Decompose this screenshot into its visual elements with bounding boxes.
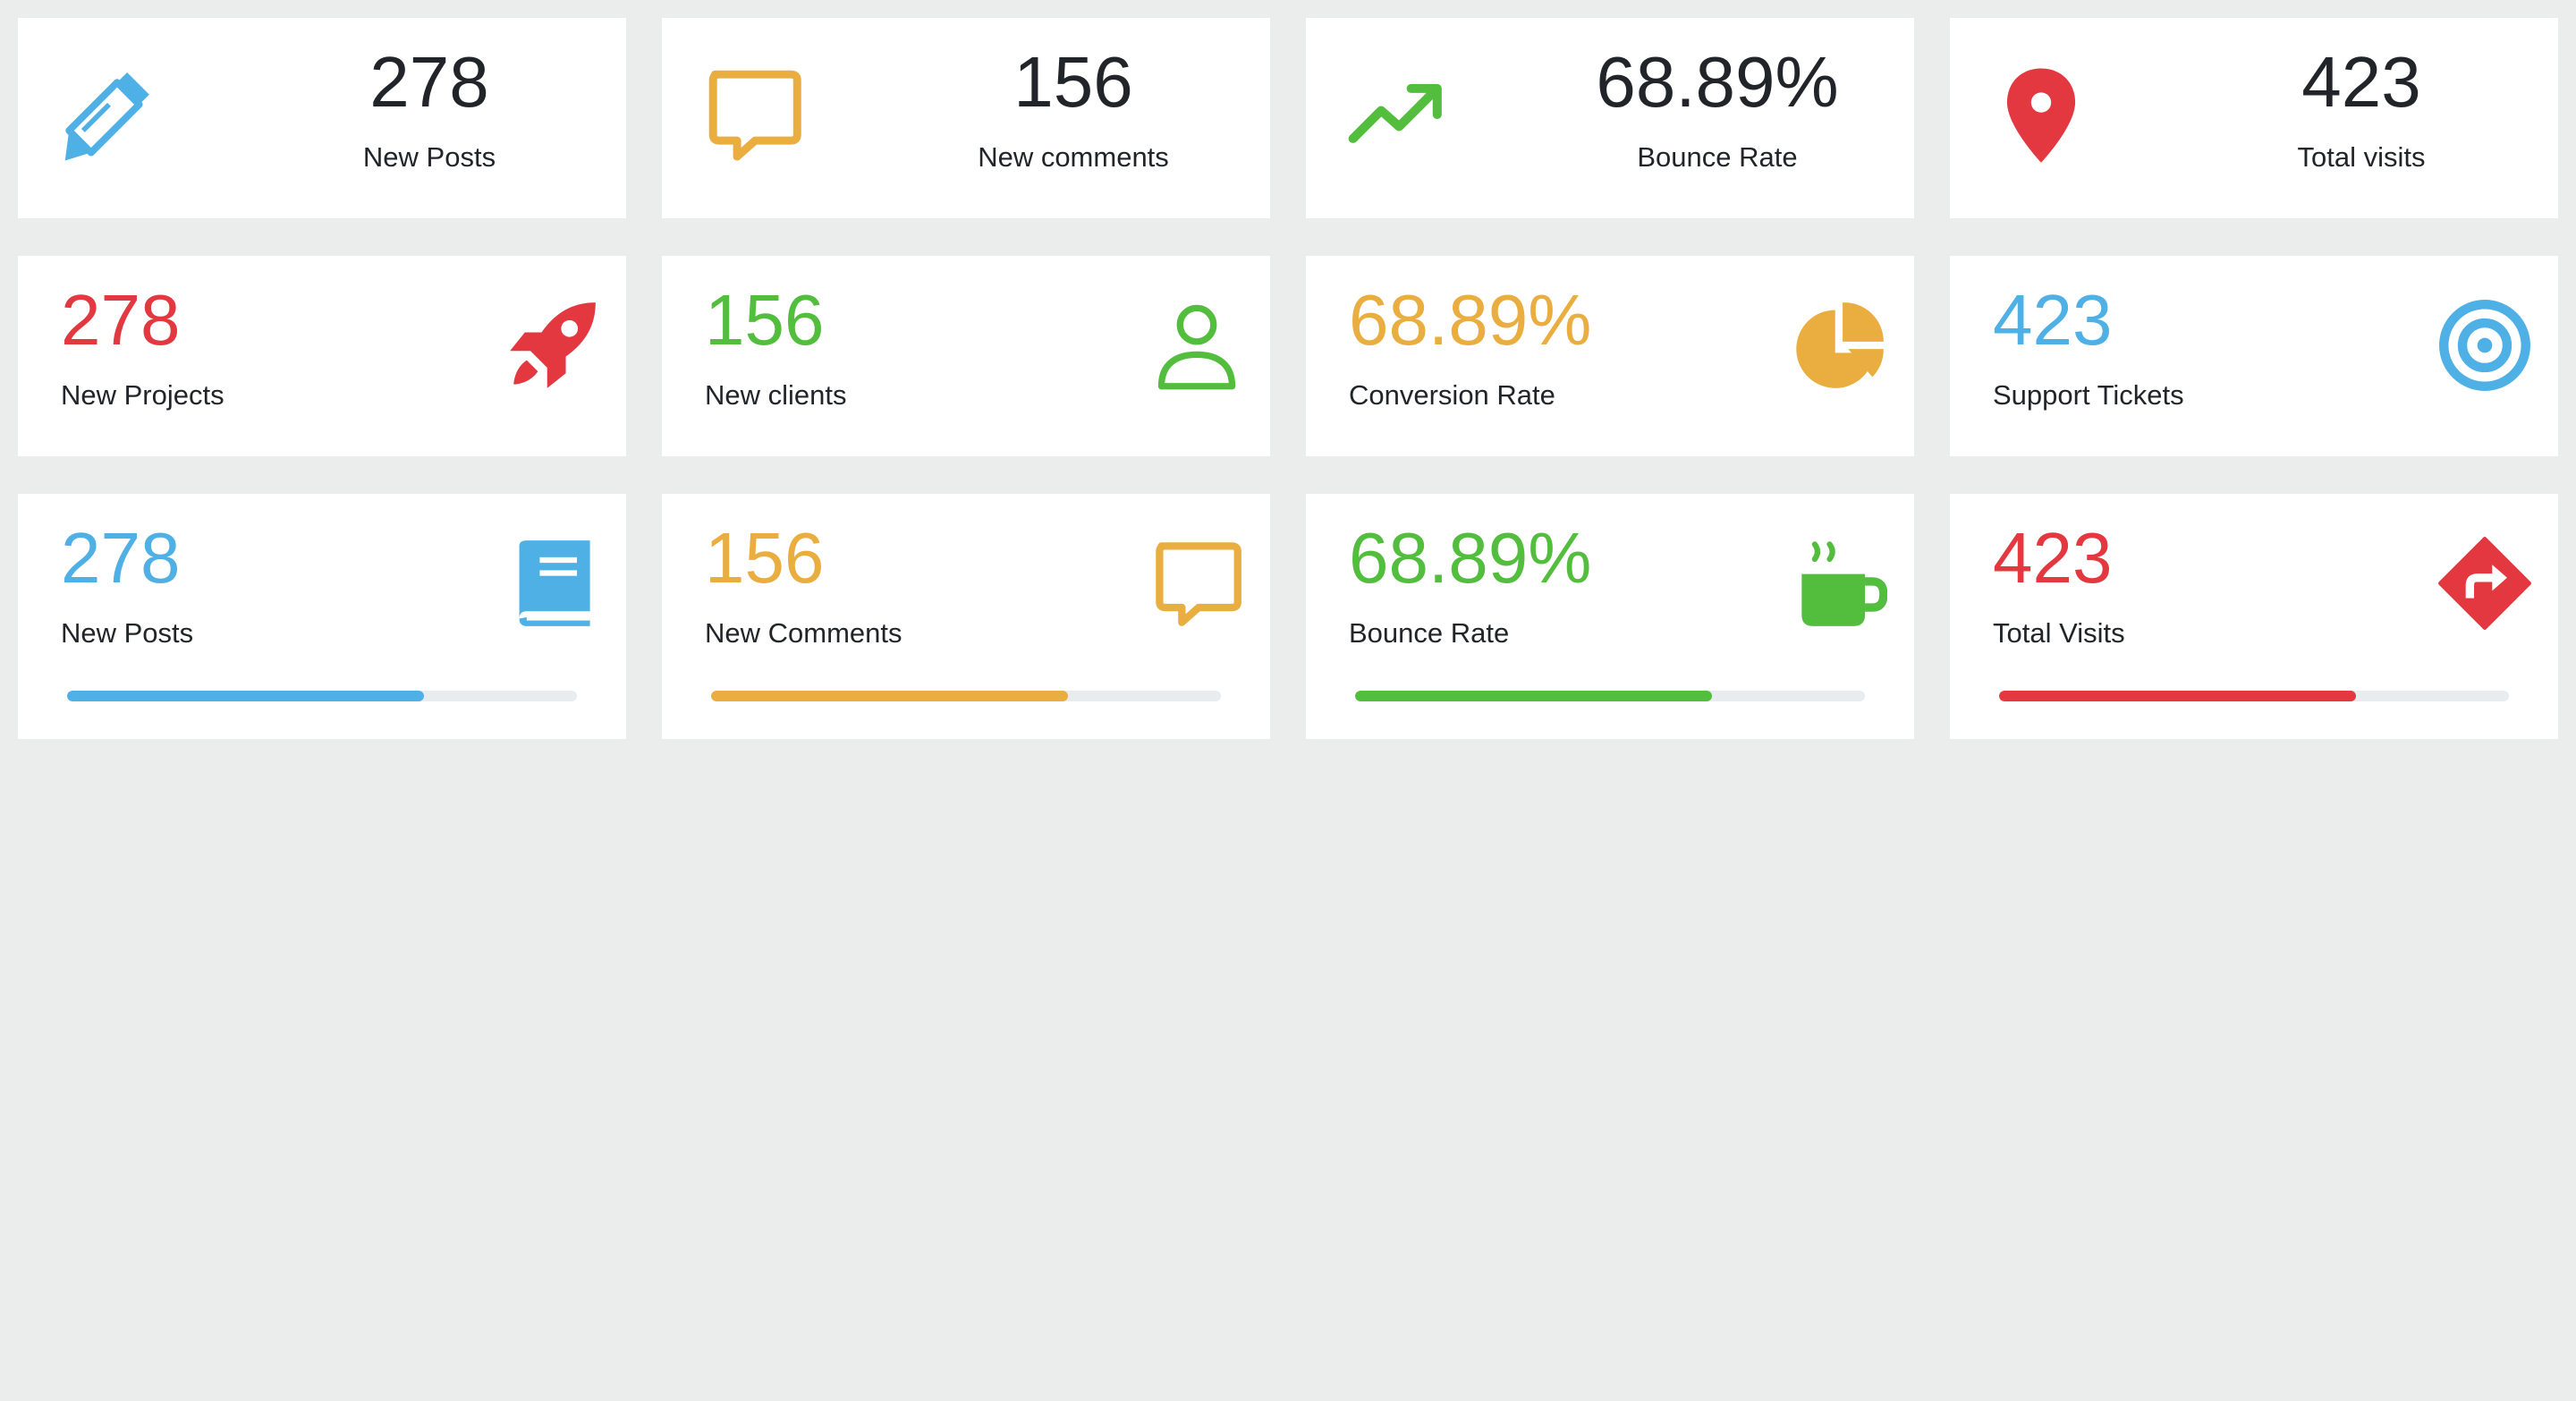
stat-value: 423 xyxy=(1993,518,2113,598)
stat-label: Total visits xyxy=(2297,141,2426,173)
progress-bar xyxy=(67,691,577,701)
pie-chart-icon xyxy=(1794,299,1887,392)
comment-icon xyxy=(1150,537,1243,630)
progress-fill xyxy=(1355,691,1712,701)
progress-fill xyxy=(1999,691,2356,701)
progress-bar xyxy=(711,691,1221,701)
stat-label: Bounce Rate xyxy=(1637,141,1798,173)
stat-value: 68.89% xyxy=(1349,280,1592,360)
stat-value: 68.89% xyxy=(1596,42,1839,122)
stat-label: Bounce Rate xyxy=(1349,617,1510,649)
stat-value: 278 xyxy=(61,280,181,360)
user-icon xyxy=(1150,299,1243,392)
stat-card-new-projects: 278 New Projects xyxy=(18,256,626,456)
stat-card-new-posts: 278 New Posts xyxy=(18,18,626,218)
stat-card-new-posts-progress: 278 New Posts xyxy=(18,494,626,739)
stat-card-new-clients: 156 New clients xyxy=(662,256,1270,456)
stat-card-total-visits-progress: 423 Total Visits xyxy=(1950,494,2558,739)
stat-label: Total Visits xyxy=(1993,617,2125,649)
progress-fill xyxy=(67,691,424,701)
stat-value: 68.89% xyxy=(1349,518,1592,598)
stat-value: 278 xyxy=(61,518,181,598)
stat-label: New Projects xyxy=(61,379,225,411)
stat-value: 156 xyxy=(1013,42,1133,122)
book-icon xyxy=(506,537,599,630)
target-icon xyxy=(2438,299,2531,392)
comment-icon xyxy=(703,64,803,165)
map-marker-icon xyxy=(1991,64,2091,165)
stat-card-bounce-rate: 68.89% Bounce Rate xyxy=(1306,18,1914,218)
stat-value: 423 xyxy=(1993,280,2113,360)
progress-bar xyxy=(1355,691,1865,701)
progress-bar xyxy=(1999,691,2509,701)
stat-value: 156 xyxy=(705,280,825,360)
stat-label: New comments xyxy=(978,141,1169,173)
coffee-icon xyxy=(1794,537,1887,630)
rocket-icon xyxy=(506,299,599,392)
stat-value: 278 xyxy=(369,42,489,122)
stat-label: New Posts xyxy=(61,617,194,649)
stat-label: New Comments xyxy=(705,617,902,649)
stats-row-progress: 278 New Posts 156 New Comments 68.89% Bo… xyxy=(18,494,2560,739)
stat-value: 423 xyxy=(2301,42,2421,122)
directions-icon xyxy=(2438,537,2531,630)
stat-value: 156 xyxy=(705,518,825,598)
progress-fill xyxy=(711,691,1068,701)
stat-label: Support Tickets xyxy=(1993,379,2184,411)
stat-label: New clients xyxy=(705,379,847,411)
stat-card-new-comments: 156 New comments xyxy=(662,18,1270,218)
stats-row-plain: 278 New Posts 156 New comments 68.89% Bo… xyxy=(18,18,2560,218)
stat-card-new-comments-progress: 156 New Comments xyxy=(662,494,1270,739)
stat-card-total-visits: 423 Total visits xyxy=(1950,18,2558,218)
stat-label: Conversion Rate xyxy=(1349,379,1555,411)
stat-card-support-tickets: 423 Support Tickets xyxy=(1950,256,2558,456)
stats-row-colored: 278 New Projects 156 New clients 68.89% … xyxy=(18,256,2560,456)
trend-up-icon xyxy=(1347,64,1447,165)
stat-label: New Posts xyxy=(362,141,496,173)
stat-card-bounce-rate-progress: 68.89% Bounce Rate xyxy=(1306,494,1914,739)
pencil-icon xyxy=(59,64,159,165)
stat-card-conversion-rate: 68.89% Conversion Rate xyxy=(1306,256,1914,456)
